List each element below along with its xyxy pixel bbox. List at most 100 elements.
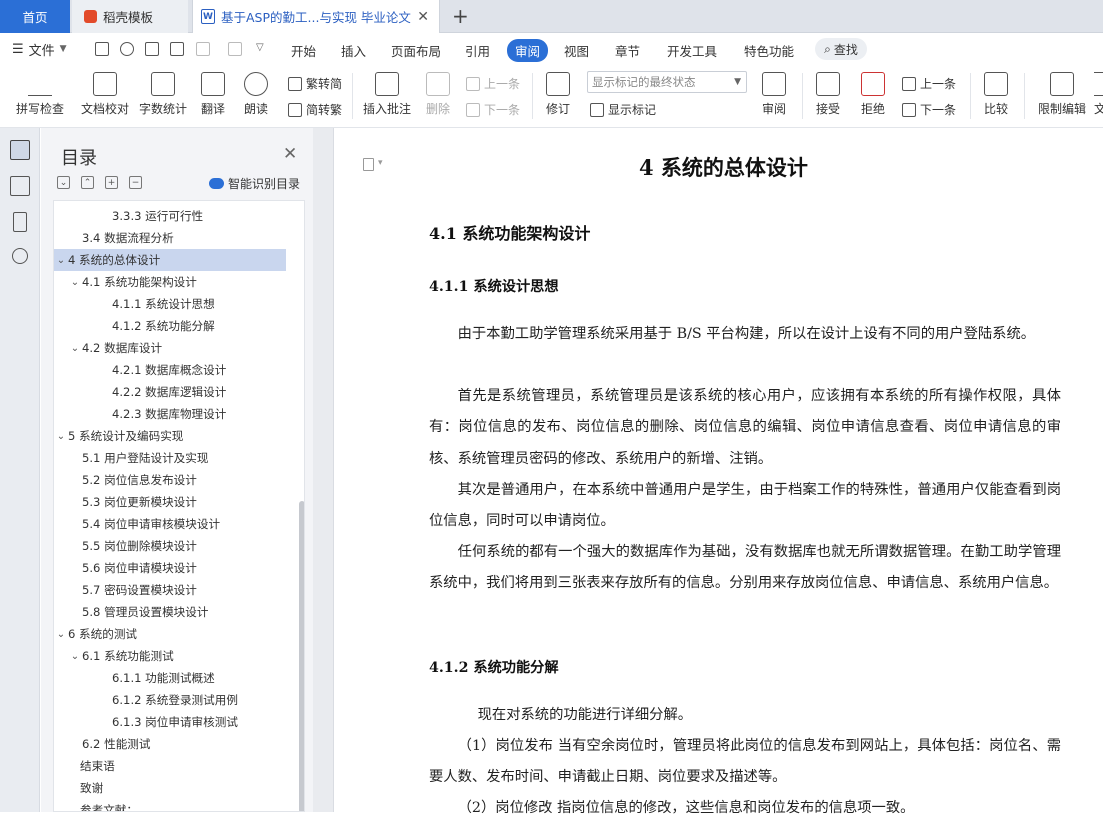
toc-item[interactable]: ⌄ 5 系统设计及编码实现	[54, 425, 286, 447]
show-markup-label: 显示标记	[608, 103, 657, 117]
to-traditional-button[interactable]: 简转繁	[288, 101, 342, 118]
print-preview-icon[interactable]	[170, 42, 184, 56]
toc-item[interactable]: 5.3 岗位更新模块设计	[54, 491, 286, 513]
toc-item-label: 5.7 密码设置模块设计	[82, 583, 197, 597]
next-change-button[interactable]: 下一条	[902, 101, 956, 118]
toc-item[interactable]: 5.8 管理员设置模块设计	[54, 601, 286, 623]
track-changes-button[interactable]: 修订	[540, 65, 576, 117]
search-icon[interactable]	[12, 248, 28, 264]
smart-toc-button[interactable]: 智能识别目录	[209, 175, 300, 192]
show-markup-button[interactable]: 显示标记	[590, 101, 656, 118]
menu-item-view[interactable]: 视图	[564, 41, 589, 60]
save-icon[interactable]	[95, 42, 109, 56]
undo-icon[interactable]	[196, 42, 210, 56]
close-tab-icon[interactable]: ✕	[417, 9, 429, 25]
spell-check-button[interactable]: 拼写检查	[10, 65, 70, 117]
add-heading-icon[interactable]: +	[105, 176, 118, 189]
chevron-down-icon[interactable]: ⌄	[68, 651, 82, 662]
toc-item[interactable]: ⌄ 6.1 系统功能测试	[54, 645, 286, 667]
toc-item[interactable]: 5.2 岗位信息发布设计	[54, 469, 286, 491]
reject-button[interactable]: 拒绝	[855, 65, 891, 117]
chevron-down-icon[interactable]: ▾	[378, 158, 383, 168]
toc-panel-icon[interactable]	[10, 140, 30, 160]
prev-comment-button[interactable]: 上一条	[466, 75, 520, 92]
toc-item[interactable]: 4.1.1 系统设计思想	[54, 293, 286, 315]
toc-item[interactable]: 结束语	[54, 755, 286, 777]
search-button[interactable]: ⌕ 查找	[815, 38, 867, 60]
new-tab-plus-icon[interactable]: +	[452, 4, 469, 28]
tab-document[interactable]: W 基于ASP的勤工...与实现 毕业论文 ✕	[192, 0, 440, 33]
bookmark-icon[interactable]	[13, 212, 27, 232]
delete-comment-button[interactable]: 删除	[420, 65, 456, 117]
chevron-down-icon[interactable]: ⌄	[54, 255, 68, 266]
toc-item[interactable]: 4.1.2 系统功能分解	[54, 315, 286, 337]
accept-button[interactable]: 接受	[810, 65, 846, 117]
toc-item[interactable]: 5.1 用户登陆设计及实现	[54, 447, 286, 469]
menu-item-chapter[interactable]: 章节	[615, 41, 640, 60]
next-comment-button[interactable]: 下一条	[466, 101, 520, 118]
remove-heading-icon[interactable]: −	[129, 176, 142, 189]
quick-access-more-icon[interactable]: ▽	[256, 42, 264, 53]
more-ribbon-icon	[1094, 72, 1103, 96]
toc-item-label: 4.2.3 数据库物理设计	[112, 407, 227, 421]
translate-button[interactable]: 翻译	[195, 65, 231, 117]
prev-change-button[interactable]: 上一条	[902, 75, 956, 92]
file-menu-button[interactable]: ☰ 文件 ▼	[12, 40, 67, 59]
compare-button[interactable]: 比较	[978, 65, 1014, 117]
toc-item[interactable]: 6.2 性能测试	[54, 733, 286, 755]
toc-item[interactable]: 致谢	[54, 777, 286, 799]
toc-item[interactable]: 6.1.3 岗位申请审核测试	[54, 711, 286, 733]
read-aloud-button[interactable]: 朗读	[240, 65, 272, 117]
chevron-down-icon[interactable]: ⌄	[54, 629, 68, 640]
menu-item-dev-tools[interactable]: 开发工具	[667, 41, 717, 60]
toc-item[interactable]: ⌄ 4.2 数据库设计	[54, 337, 286, 359]
toc-item[interactable]: 参考文献：	[54, 799, 286, 812]
menu-item-special[interactable]: 特色功能	[744, 41, 794, 60]
toc-item[interactable]: 4.2.3 数据库物理设计	[54, 403, 286, 425]
close-icon[interactable]: ✕	[283, 144, 297, 164]
menu-item-references[interactable]: 引用	[465, 41, 490, 60]
menu-item-insert[interactable]: 插入	[341, 41, 366, 60]
more-ribbon-button[interactable]: 文	[1094, 65, 1103, 117]
chevron-down-icon[interactable]: ⌄	[68, 277, 82, 288]
page-nav-icon[interactable]	[363, 158, 374, 171]
subsection-heading: 4.1.2 系统功能分解	[429, 660, 559, 676]
chevron-down-icon[interactable]: ⌄	[54, 431, 68, 442]
collapse-all-icon[interactable]: ⌄	[57, 176, 70, 189]
insert-comment-button[interactable]: 插入批注	[360, 65, 414, 117]
chevron-down-icon[interactable]: ⌄	[68, 343, 82, 354]
toc-item[interactable]: 5.4 岗位申请审核模块设计	[54, 513, 286, 535]
toc-scrollbar[interactable]	[299, 501, 304, 811]
tab-home[interactable]: 首页	[0, 0, 70, 33]
toc-item[interactable]: 3.3.3 运行可行性	[54, 205, 286, 227]
toc-item[interactable]: ⌄ 6 系统的测试	[54, 623, 286, 645]
toc-item[interactable]: 4.2.1 数据库概念设计	[54, 359, 286, 381]
document-page: ▾ 4 系统的总体设计 4.1 系统功能架构设计 4.1.1 系统设计思想 由于…	[333, 128, 1103, 816]
toc-item[interactable]: 5.5 岗位删除模块设计	[54, 535, 286, 557]
expand-all-icon[interactable]: ⌃	[81, 176, 94, 189]
review-pane-icon	[762, 72, 786, 96]
toc-item[interactable]: 4.2.2 数据库逻辑设计	[54, 381, 286, 403]
to-simplified-button[interactable]: 繁转简	[288, 75, 342, 92]
outline-panel-icon[interactable]	[10, 176, 30, 196]
menu-item-page-layout[interactable]: 页面布局	[391, 41, 441, 60]
toc-item[interactable]: 3.4 数据流程分析	[54, 227, 286, 249]
review-pane-button[interactable]: 审阅	[756, 65, 792, 117]
toc-item[interactable]: 5.7 密码设置模块设计	[54, 579, 286, 601]
menu-item-start[interactable]: 开始	[291, 41, 316, 60]
print-icon[interactable]	[145, 42, 159, 56]
toc-item[interactable]: ⌄ 4.1 系统功能架构设计	[54, 271, 286, 293]
doc-proof-button[interactable]: 文档校对	[78, 65, 132, 117]
tab-templates[interactable]: 稻壳模板	[72, 0, 188, 33]
redo-icon[interactable]	[228, 42, 242, 56]
restrict-edit-button[interactable]: 限制编辑	[1034, 65, 1090, 117]
word-count-button[interactable]: 字数统计	[137, 65, 189, 117]
markup-state-select[interactable]: 显示标记的最终状态 ▼	[587, 71, 747, 93]
cloud-sync-icon[interactable]	[120, 42, 134, 56]
toc-item-label: 参考文献：	[80, 803, 138, 812]
menu-item-review[interactable]: 审阅	[507, 39, 549, 62]
toc-item[interactable]: 6.1.1 功能测试概述	[54, 667, 286, 689]
toc-item[interactable]: 6.1.2 系统登录测试用例	[54, 689, 286, 711]
toc-item[interactable]: ⌄ 4 系统的总体设计	[54, 249, 286, 271]
toc-item[interactable]: 5.6 岗位申请模块设计	[54, 557, 286, 579]
